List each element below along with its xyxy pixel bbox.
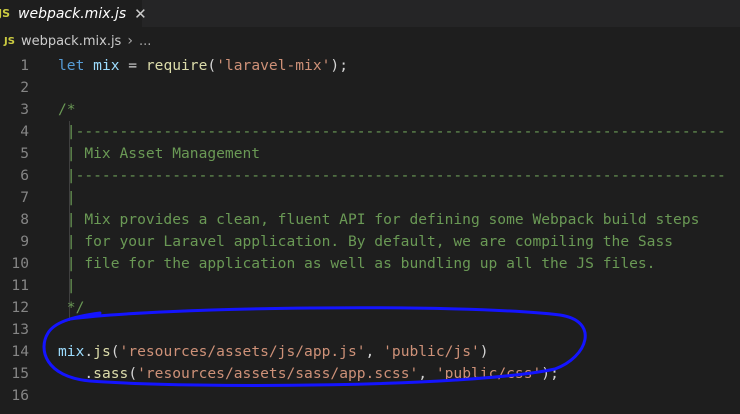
breadcrumb-file[interactable]: webpack.mix.js	[21, 34, 121, 49]
line-number: 4	[20, 123, 29, 140]
breadcrumb: JS webpack.mix.js › ...	[0, 27, 740, 55]
code-line[interactable]: 5 | Mix Asset Management	[0, 143, 740, 165]
code-token: |	[58, 189, 76, 206]
javascript-file-icon: JS	[4, 35, 15, 47]
code-token: =	[119, 57, 146, 74]
code-line[interactable]: 10 | file for the application as well as…	[0, 253, 740, 275]
tab-bar: JS webpack.mix.js ✕	[0, 0, 740, 27]
tab-webpack-mix-js[interactable]: JS webpack.mix.js ✕	[0, 0, 147, 27]
line-number: 8	[20, 211, 29, 228]
code-line[interactable]: 2	[0, 77, 740, 99]
code-line[interactable]: 7 |	[0, 187, 740, 209]
code-token: mix	[93, 57, 120, 74]
code-token: | Mix Asset Management	[58, 145, 261, 162]
line-number: 1	[20, 57, 29, 74]
line-number: 16	[11, 387, 29, 404]
code-token: |---------------------------------------…	[58, 167, 726, 184]
code-token: (	[207, 57, 217, 74]
line-number: 13	[11, 321, 29, 338]
code-token: require	[145, 57, 208, 74]
line-number: 6	[20, 167, 29, 184]
code-line[interactable]: 6 |-------------------------------------…	[0, 165, 740, 187]
code-line[interactable]: 8 | Mix provides a clean, fluent API for…	[0, 209, 740, 231]
code-token: |	[58, 277, 76, 294]
line-number: 11	[11, 277, 29, 294]
code-text: | Mix Asset Management	[58, 143, 260, 165]
code-text: let mix = require('laravel-mix');	[58, 55, 348, 77]
line-number: 5	[20, 145, 29, 162]
code-line[interactable]: 9 | for your Laravel application. By def…	[0, 231, 740, 253]
code-line[interactable]: 1 let mix = require('laravel-mix');	[0, 55, 740, 77]
line-number: 12	[11, 299, 29, 316]
code-text: /*	[58, 99, 76, 121]
code-text: | file for the application as well as bu…	[58, 253, 656, 275]
code-token: | Mix provides a clean, fluent API for d…	[58, 211, 700, 228]
code-token: let	[58, 57, 85, 74]
code-text: |	[58, 187, 76, 209]
code-token: | for your Laravel application. By defau…	[58, 233, 674, 250]
code-line[interactable]: 11 |	[0, 275, 740, 297]
breadcrumb-symbols[interactable]: ...	[139, 34, 151, 49]
code-token: /*	[58, 101, 76, 118]
code-token: );	[330, 57, 348, 74]
tab-label: webpack.mix.js	[18, 5, 127, 22]
code-token: 'laravel-mix'	[216, 57, 331, 74]
code-text: |	[58, 275, 76, 297]
code-text: | Mix provides a clean, fluent API for d…	[58, 209, 700, 231]
line-number: 7	[20, 189, 29, 206]
line-number: 10	[11, 255, 29, 272]
line-number: 2	[20, 79, 29, 96]
chevron-right-icon: ›	[127, 33, 133, 49]
javascript-file-icon: JS	[0, 7, 11, 20]
line-number: 3	[20, 101, 29, 118]
close-icon[interactable]: ✕	[134, 5, 147, 23]
code-text: |---------------------------------------…	[58, 121, 726, 143]
code-line[interactable]: 3 /*	[0, 99, 740, 121]
code-token: |---------------------------------------…	[58, 123, 726, 140]
line-number: 15	[11, 365, 29, 382]
code-line[interactable]: 4 |-------------------------------------…	[0, 121, 740, 143]
code-text: | for your Laravel application. By defau…	[58, 231, 673, 253]
code-text: |---------------------------------------…	[58, 165, 726, 187]
hand-drawn-annotation-circle	[42, 306, 587, 387]
code-line[interactable]: 16	[0, 385, 740, 407]
line-number: 14	[11, 343, 29, 360]
line-number: 9	[20, 233, 29, 250]
code-token: | file for the application as well as bu…	[58, 255, 656, 272]
